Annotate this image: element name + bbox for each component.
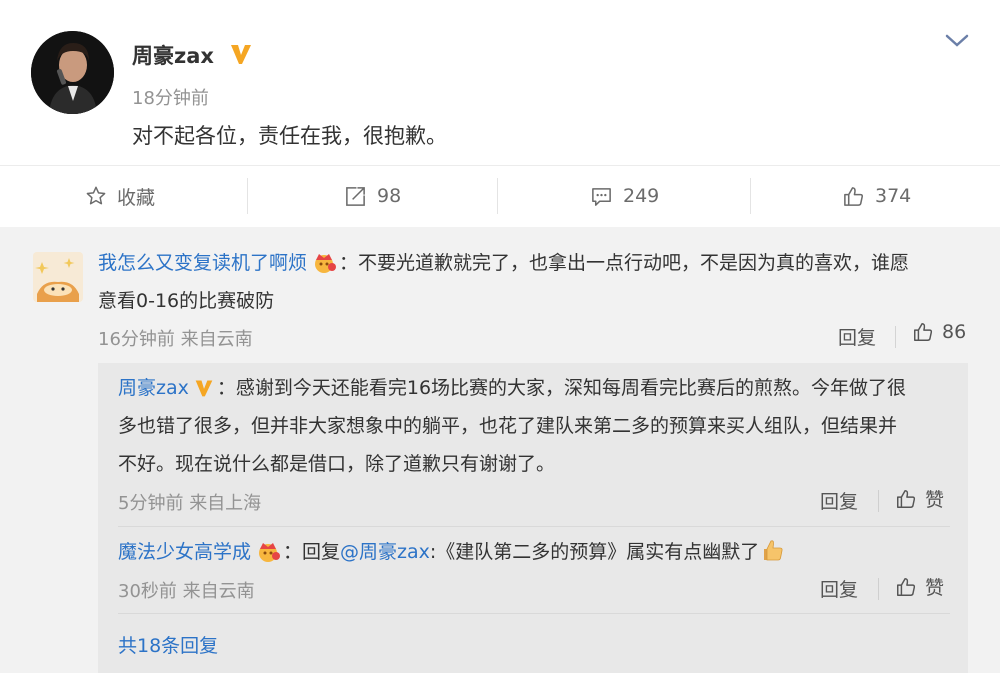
commenter-avatar[interactable]: [33, 252, 83, 302]
reply-prefix: ：回复: [283, 541, 341, 563]
reply-text-line2: 多也错了很多，但并非大家想象中的躺平，也花了建队来第二多的预算来买人组队，但结果…: [118, 415, 898, 437]
reply-time: 30秒前: [118, 581, 177, 602]
chevron-down-icon[interactable]: [944, 32, 970, 50]
favorite-button[interactable]: 收藏: [85, 166, 155, 226]
verified-v-icon: [231, 45, 251, 64]
star-icon: [86, 186, 106, 205]
sub-replies-box: 周豪zax ：感谢到今天还能看完16场比赛的大家，深知每周看完比赛后的煎熬。今年…: [98, 363, 968, 673]
weibo-post: 周豪zax 18分钟前 对不起各位，责任在我，很抱歉。: [0, 0, 1000, 165]
separator: [497, 178, 498, 214]
reply-meta: 30秒前 来自云南: [118, 577, 255, 603]
separator: [878, 490, 879, 512]
comment-button[interactable]: 249: [590, 166, 659, 226]
separator: [878, 578, 879, 600]
more-replies-link[interactable]: 共18条回复: [118, 631, 218, 658]
reply-text: 周豪zax ：感谢到今天还能看完16场比赛的大家，深知每周看完比赛后的煎熬。今年…: [118, 369, 948, 483]
reply-like-button[interactable]: 赞: [895, 485, 944, 512]
reply-text-line1: :《建队第二多的预算》属实有点幽默了: [429, 541, 760, 563]
divider: [118, 526, 950, 527]
reply-text: 魔法少女高学成 ：回复@周豪zax:《建队第二多的预算》属实有点幽默了: [118, 533, 948, 571]
comment-icon: [592, 187, 611, 206]
thumbs-up-icon: [897, 489, 916, 508]
thumbs-up-icon: [897, 577, 916, 596]
comment-like-count: 86: [942, 321, 967, 343]
reply-location: 来自上海: [189, 493, 262, 514]
reply-like-label: 赞: [925, 577, 945, 599]
reply-meta: 5分钟前 来自上海: [118, 489, 261, 515]
repost-icon: [346, 186, 365, 206]
comment-location: 来自云南: [180, 329, 253, 350]
comment-text: 我怎么又变复读机了啊烦 ：不要光道歉就完了，也拿出一点行动吧，不是因为真的喜欢，…: [98, 244, 958, 320]
favorite-label: 收藏: [117, 186, 156, 209]
action-bar: 收藏 98 249 374: [0, 166, 1000, 226]
comment-time: 16分钟前: [98, 329, 175, 350]
comment-text-line1: ：不要光道歉就完了，也拿出一点行动吧，不是因为真的喜欢，谁愿: [339, 252, 910, 274]
thumbs-up-icon: [844, 186, 863, 206]
reply-like-button[interactable]: 赞: [895, 573, 944, 600]
repost-button[interactable]: 98: [344, 166, 401, 226]
vip-crown-icon: [259, 543, 281, 562]
reply-location: 来自云南: [182, 581, 255, 602]
repost-count: 98: [377, 185, 402, 207]
vip-crown-icon: [315, 254, 337, 273]
like-count: 374: [875, 185, 912, 207]
separator: [750, 178, 751, 214]
reply-like-label: 赞: [925, 489, 945, 511]
commenter-name[interactable]: 我怎么又变复读机了啊烦: [98, 252, 307, 274]
post-time[interactable]: 18分钟前: [132, 84, 209, 110]
author-name[interactable]: 周豪zax: [132, 40, 214, 70]
divider: [118, 613, 950, 614]
reply-user-name[interactable]: 周豪zax: [118, 377, 189, 399]
verified-v-icon: [195, 380, 213, 397]
thumbs-up-emoji-icon: [764, 540, 783, 561]
reply-time: 5分钟前: [118, 493, 184, 514]
reply-user-name[interactable]: 魔法少女高学成: [118, 541, 251, 563]
separator: [247, 178, 248, 214]
reply-button[interactable]: 回复: [820, 487, 858, 514]
reply-button[interactable]: 回复: [838, 323, 876, 350]
reply-text-line3: 不好。现在说什么都是借口，除了道歉只有谢谢了。: [118, 453, 556, 475]
thumbs-up-icon: [914, 323, 933, 341]
reply-button[interactable]: 回复: [820, 575, 858, 602]
comment-count: 249: [623, 185, 660, 207]
mention-link[interactable]: @周豪zax: [340, 541, 430, 563]
comment-text-line2: 意看0-16的比赛破防: [98, 290, 275, 312]
comment-meta: 16分钟前 来自云南: [98, 325, 253, 351]
post-text: 对不起各位，责任在我，很抱歉。: [132, 124, 447, 148]
comments-section: 我怎么又变复读机了啊烦 ：不要光道歉就完了，也拿出一点行动吧，不是因为真的喜欢，…: [0, 227, 1000, 673]
reply-text-line1: ：感谢到今天还能看完16场比赛的大家，深知每周看完比赛后的煎熬。今年做了很: [216, 377, 907, 399]
comment-like-button[interactable]: 86: [912, 321, 966, 343]
like-button[interactable]: 374: [842, 166, 911, 226]
separator: [895, 326, 896, 348]
author-avatar[interactable]: [31, 31, 114, 114]
